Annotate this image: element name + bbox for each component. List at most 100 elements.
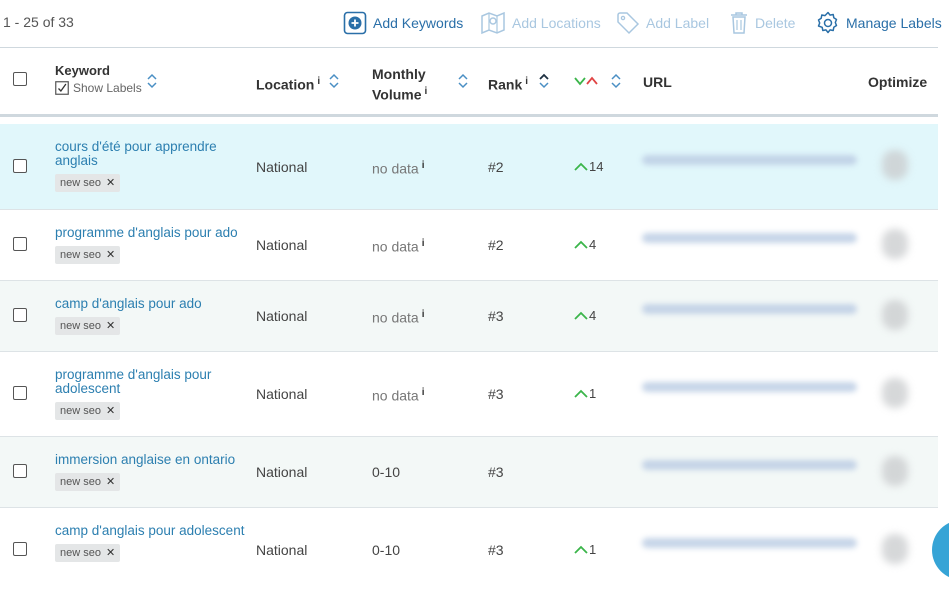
keyword-link[interactable]: programme d'anglais pour adolescent	[55, 368, 245, 396]
label-chip: new seo ✕	[55, 473, 121, 491]
location-cell: National	[256, 386, 308, 402]
pagination-range: 1 - 25 of 33	[3, 14, 74, 30]
checked-box-icon	[55, 81, 69, 95]
row-checkbox[interactable]	[13, 542, 27, 556]
volume-info-icon[interactable]: i	[422, 387, 425, 398]
url-link-blurred[interactable]	[642, 460, 857, 470]
remove-label-icon[interactable]: ✕	[106, 404, 115, 418]
label-chip: new seo ✕	[55, 246, 121, 264]
keyword-link[interactable]: camp d'anglais pour adolescent	[55, 524, 245, 538]
optimize-icon[interactable]	[882, 150, 908, 180]
rank-cell: #2	[488, 159, 504, 175]
row-checkbox[interactable]	[13, 159, 27, 173]
rank-change-cell: 14	[574, 159, 603, 174]
location-sort-icon[interactable]	[328, 72, 340, 90]
url-link-blurred[interactable]	[642, 304, 857, 314]
location-header-label: Location	[256, 76, 315, 93]
remove-label-icon[interactable]: ✕	[106, 475, 115, 489]
label-chip: new seo ✕	[55, 174, 121, 192]
url-link-blurred[interactable]	[642, 233, 857, 243]
keyword-column-header[interactable]: Keyword	[55, 63, 110, 78]
rank-column-header[interactable]: Rank i	[488, 76, 528, 93]
location-column-header[interactable]: Location i	[256, 76, 320, 93]
keyword-table-body: cours d'été pour apprendre anglais new s…	[0, 124, 938, 592]
url-column-header: URL	[643, 74, 672, 90]
optimize-icon[interactable]	[882, 300, 908, 330]
keyword-sort-icon[interactable]	[146, 72, 158, 90]
label-chip: new seo ✕	[55, 544, 121, 562]
up-arrow-icon	[574, 311, 588, 320]
rank-info-icon[interactable]: i	[525, 76, 528, 87]
location-info-icon[interactable]: i	[317, 76, 320, 87]
monthly-header-line1: Monthly	[372, 66, 426, 82]
location-cell: National	[256, 542, 308, 558]
row-checkbox[interactable]	[13, 308, 27, 322]
table-row: cours d'été pour apprendre anglais new s…	[0, 124, 938, 210]
add-label-button[interactable]: Add Label	[616, 10, 709, 36]
select-all-checkbox[interactable]	[13, 72, 27, 86]
table-row: programme d'anglais pour ado new seo ✕ Na…	[0, 210, 938, 281]
table-row: programme d'anglais pour adolescent new …	[0, 352, 938, 437]
row-checkbox[interactable]	[13, 464, 27, 478]
manage-labels-label: Manage Labels	[846, 15, 942, 31]
remove-label-icon[interactable]: ✕	[106, 248, 115, 262]
volume-cell: 0-10	[372, 464, 401, 480]
volume-info-icon[interactable]: i	[422, 160, 425, 171]
keyword-link[interactable]: immersion anglaise en ontario	[55, 453, 245, 467]
url-link-blurred[interactable]	[642, 155, 857, 165]
monthly-volume-column-header[interactable]: Monthly Volume i	[372, 65, 427, 104]
table-row: camp d'anglais pour ado new seo ✕ Nationa…	[0, 281, 938, 352]
volume-value: no data	[372, 238, 419, 255]
remove-label-icon[interactable]: ✕	[106, 176, 115, 190]
rank-change-cell: 1	[574, 386, 596, 401]
rank-change-cell: 4	[574, 237, 596, 252]
label-chip-text: new seo	[60, 249, 101, 261]
optimize-icon[interactable]	[882, 456, 908, 486]
optimize-icon[interactable]	[882, 378, 908, 408]
volume-cell: no data i	[372, 309, 425, 326]
add-locations-button[interactable]: Add Locations	[480, 10, 601, 36]
show-labels-toggle[interactable]: Show Labels	[55, 81, 142, 95]
up-arrow-icon	[574, 162, 588, 171]
optimize-icon[interactable]	[882, 534, 908, 564]
keyword-link[interactable]: camp d'anglais pour ado	[55, 297, 245, 311]
label-chip: new seo ✕	[55, 402, 121, 420]
delete-button[interactable]: Delete	[729, 10, 795, 36]
label-chip: new seo ✕	[55, 317, 121, 335]
add-keywords-button[interactable]: Add Keywords	[343, 10, 463, 36]
remove-label-icon[interactable]: ✕	[106, 546, 115, 560]
rank-change-cell: 4	[574, 308, 596, 323]
volume-cell: no data i	[372, 387, 425, 404]
volume-info-icon[interactable]: i	[422, 309, 425, 320]
rank-cell: #3	[488, 308, 504, 324]
optimize-column-header: Optimize	[868, 74, 928, 90]
manage-labels-button[interactable]: Manage Labels	[816, 10, 942, 36]
label-chip-text: new seo	[60, 547, 101, 559]
rank-sort-icon[interactable]	[538, 72, 550, 90]
location-cell: National	[256, 237, 308, 253]
volume-value: no data	[372, 387, 419, 404]
optimize-icon[interactable]	[882, 229, 908, 259]
url-link-blurred[interactable]	[642, 382, 857, 392]
plus-square-icon	[343, 11, 367, 35]
up-arrow-icon	[574, 389, 588, 398]
volume-info-icon[interactable]: i	[422, 238, 425, 249]
url-link-blurred[interactable]	[642, 538, 857, 548]
volume-sort-icon[interactable]	[457, 72, 469, 90]
rank-header-label: Rank	[488, 76, 523, 93]
remove-label-icon[interactable]: ✕	[106, 319, 115, 333]
rank-cell: #3	[488, 542, 504, 558]
row-checkbox[interactable]	[13, 386, 27, 400]
table-row: immersion anglaise en ontario new seo ✕ N…	[0, 437, 938, 508]
keyword-link[interactable]: programme d'anglais pour ado	[55, 226, 245, 240]
rank-cell: #3	[488, 386, 504, 402]
up-arrow-icon	[574, 545, 588, 554]
row-checkbox[interactable]	[13, 237, 27, 251]
rank-change-cell: 1	[574, 542, 596, 557]
change-sort-icon[interactable]	[610, 72, 622, 90]
volume-info-icon[interactable]: i	[425, 86, 428, 97]
rank-change-value: 1	[589, 386, 597, 401]
volume-value: no data	[372, 160, 419, 177]
keyword-link[interactable]: cours d'été pour apprendre anglais	[55, 140, 245, 168]
trash-icon	[731, 12, 747, 34]
